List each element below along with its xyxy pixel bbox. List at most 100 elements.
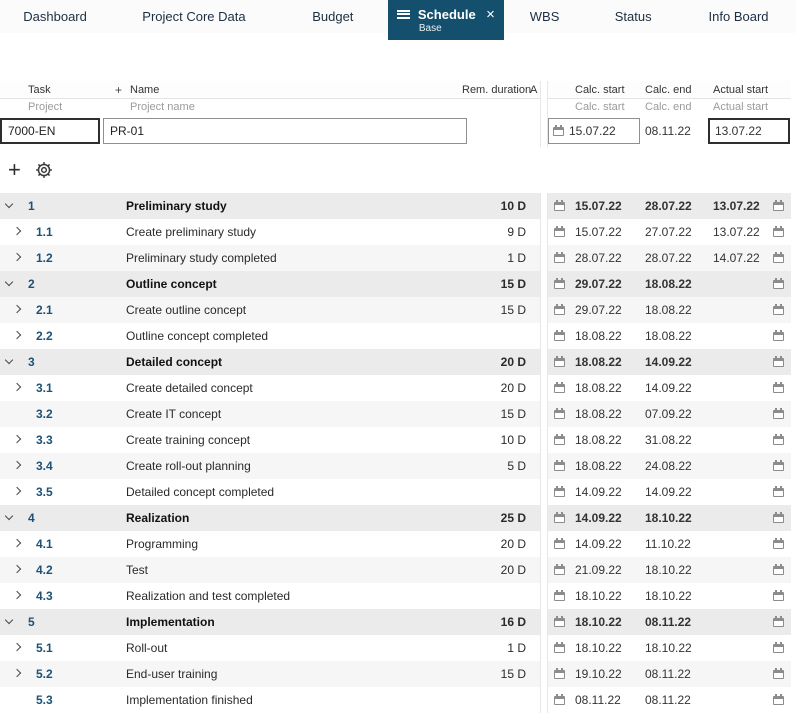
calc-end-cell[interactable]: 28.07.22	[640, 199, 708, 213]
actual-end-picker[interactable]	[772, 511, 791, 523]
expander-cell[interactable]	[0, 434, 28, 444]
calc-start-cell[interactable]: 21.09.22	[570, 563, 640, 577]
expander-cell[interactable]	[0, 252, 28, 262]
task-name-cell[interactable]: Programming	[126, 537, 462, 551]
tab-dashboard[interactable]: Dashboard	[0, 0, 110, 33]
actual-start-cell[interactable]: 14.07.22	[708, 251, 772, 265]
calc-end-cell[interactable]: 08.11.22	[640, 615, 708, 629]
calc-start-picker[interactable]	[548, 199, 570, 211]
calc-start-picker[interactable]	[548, 381, 570, 393]
column-header-calc-start[interactable]: Calc. start	[570, 84, 640, 96]
calc-end-cell[interactable]: 11.10.22	[640, 537, 708, 551]
actual-end-picker[interactable]	[772, 251, 791, 263]
remaining-duration-cell[interactable]: 15 D	[462, 277, 528, 291]
calc-start-picker[interactable]	[548, 485, 570, 497]
task-row-3.1[interactable]: 3.1 Create detailed concept 20 D 18.08.2…	[0, 375, 796, 401]
calc-end-cell[interactable]: 18.10.22	[640, 641, 708, 655]
calc-start-cell[interactable]: 14.09.22	[570, 537, 640, 551]
expander-cell[interactable]	[0, 590, 28, 600]
calc-start-cell[interactable]: 18.08.22	[570, 433, 640, 447]
remaining-duration-cell[interactable]: 20 D	[462, 537, 528, 551]
calc-start-picker[interactable]	[548, 329, 570, 341]
expander-cell[interactable]	[0, 412, 28, 416]
task-row-3[interactable]: 3 Detailed concept 20 D 18.08.22 14.09.2…	[0, 349, 796, 375]
remaining-duration-cell[interactable]: 15 D	[462, 667, 528, 681]
calc-start-cell[interactable]: 18.10.22	[570, 589, 640, 603]
task-number-cell[interactable]: 2.1	[28, 303, 126, 317]
task-number-cell[interactable]: 4	[28, 511, 126, 525]
project-calc-end-value[interactable]: 08.11.22	[640, 124, 708, 138]
calc-start-cell[interactable]: 18.10.22	[570, 641, 640, 655]
task-number-cell[interactable]: 4.3	[28, 589, 126, 603]
remaining-duration-cell[interactable]: 20 D	[462, 381, 528, 395]
calc-end-cell[interactable]: 18.10.22	[640, 589, 708, 603]
calc-start-picker[interactable]	[548, 511, 570, 523]
calc-start-picker[interactable]	[548, 641, 570, 653]
task-name-cell[interactable]: Preliminary study	[126, 199, 462, 213]
tab-project-core-data[interactable]: Project Core Data	[110, 0, 278, 33]
task-name-cell[interactable]: Detailed concept completed	[126, 485, 462, 499]
task-name-cell[interactable]: Implementation finished	[126, 693, 462, 707]
calc-start-cell[interactable]: 14.09.22	[570, 485, 640, 499]
actual-end-picker[interactable]	[772, 485, 791, 497]
add-column-icon[interactable]: +	[115, 83, 126, 97]
calc-start-picker[interactable]	[548, 251, 570, 263]
expander-cell[interactable]	[0, 486, 28, 496]
expander-cell[interactable]	[0, 642, 28, 652]
actual-end-picker[interactable]	[772, 277, 791, 289]
task-number-cell[interactable]: 5.3	[28, 693, 126, 707]
column-header-task[interactable]: Task +	[0, 83, 126, 97]
remaining-duration-cell[interactable]: 1 D	[462, 251, 528, 265]
task-row-4.2[interactable]: 4.2 Test 20 D 21.09.22 18.10.22	[0, 557, 796, 583]
task-name-cell[interactable]: Outline concept	[126, 277, 462, 291]
task-name-cell[interactable]: Realization and test completed	[126, 589, 462, 603]
calc-start-picker[interactable]	[548, 589, 570, 601]
calc-start-picker[interactable]	[548, 693, 570, 705]
remaining-duration-cell[interactable]: 25 D	[462, 511, 528, 525]
add-task-button[interactable]: +	[8, 159, 21, 181]
task-row-3.2[interactable]: 3.2 Create IT concept 15 D 18.08.22 07.0…	[0, 401, 796, 427]
task-name-cell[interactable]: Create training concept	[126, 433, 462, 447]
task-number-cell[interactable]: 3	[28, 355, 126, 369]
task-name-cell[interactable]: Implementation	[126, 615, 462, 629]
calc-end-cell[interactable]: 18.10.22	[640, 511, 708, 525]
calc-start-cell[interactable]: 29.07.22	[570, 277, 640, 291]
expander-cell[interactable]	[0, 304, 28, 314]
task-number-cell[interactable]: 2.2	[28, 329, 126, 343]
expander-cell[interactable]	[0, 382, 28, 392]
actual-end-picker[interactable]	[772, 199, 791, 211]
task-number-cell[interactable]: 3.3	[28, 433, 126, 447]
expander-cell[interactable]	[0, 698, 28, 702]
close-icon[interactable]: ×	[486, 7, 495, 22]
actual-end-picker[interactable]	[772, 355, 791, 367]
calc-end-cell[interactable]: 08.11.22	[640, 667, 708, 681]
project-calc-start-field[interactable]: 15.07.22	[548, 118, 640, 144]
task-name-cell[interactable]: Create roll-out planning	[126, 459, 462, 473]
calc-start-cell[interactable]: 18.08.22	[570, 381, 640, 395]
calc-start-picker[interactable]	[548, 225, 570, 237]
expander-cell[interactable]	[0, 615, 28, 625]
calc-start-picker[interactable]	[548, 277, 570, 289]
task-number-cell[interactable]: 5	[28, 615, 126, 629]
expander-cell[interactable]	[0, 330, 28, 340]
actual-start-cell[interactable]: 13.07.22	[708, 225, 772, 239]
calc-start-picker[interactable]	[548, 563, 570, 575]
calc-start-cell[interactable]: 18.10.22	[570, 615, 640, 629]
tab-budget[interactable]: Budget	[278, 0, 388, 33]
task-row-1.1[interactable]: 1.1 Create preliminary study 9 D 15.07.2…	[0, 219, 796, 245]
calc-end-cell[interactable]: 24.08.22	[640, 459, 708, 473]
column-header-rem-duration[interactable]: Rem. duration	[462, 84, 531, 96]
remaining-duration-cell[interactable]: 15 D	[462, 303, 528, 317]
expander-cell[interactable]	[0, 460, 28, 470]
actual-end-picker[interactable]	[772, 693, 791, 705]
calc-start-cell[interactable]: 19.10.22	[570, 667, 640, 681]
column-header-actual-start[interactable]: Actual start	[708, 84, 772, 96]
calc-start-cell[interactable]: 15.07.22	[570, 199, 640, 213]
expander-cell[interactable]	[0, 538, 28, 548]
task-name-cell[interactable]: Detailed concept	[126, 355, 462, 369]
task-row-4[interactable]: 4 Realization 25 D 14.09.22 18.10.22	[0, 505, 796, 531]
remaining-duration-cell[interactable]: 10 D	[462, 433, 528, 447]
task-number-cell[interactable]: 4.2	[28, 563, 126, 577]
calc-end-cell[interactable]: 27.07.22	[640, 225, 708, 239]
task-row-2[interactable]: 2 Outline concept 15 D 29.07.22 18.08.22	[0, 271, 796, 297]
